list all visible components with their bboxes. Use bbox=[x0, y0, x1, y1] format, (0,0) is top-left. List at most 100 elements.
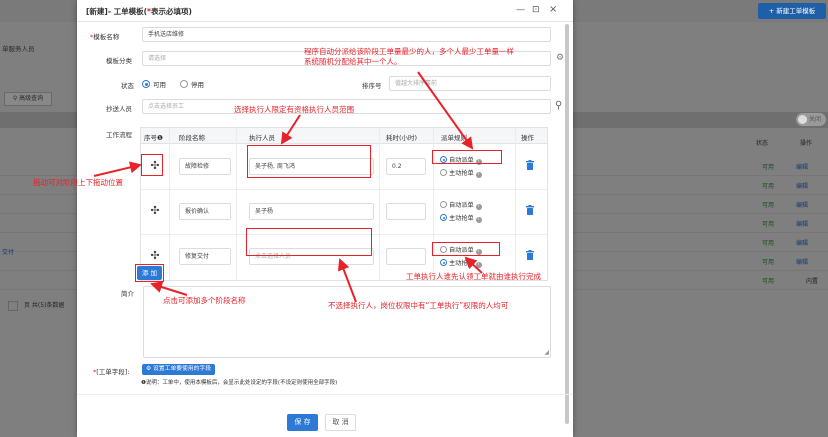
delete-icon[interactable] bbox=[526, 205, 534, 215]
fields-label: *[工单字段]: bbox=[93, 366, 130, 376]
row-status: 可用 bbox=[762, 221, 775, 228]
intro-label: 简介 bbox=[121, 290, 134, 298]
set-fields-button[interactable]: ⚙ 设置工单要使用的字段 bbox=[142, 364, 216, 375]
annotation-add-stages: 点击可添加多个阶段名称 bbox=[163, 296, 246, 305]
save-button[interactable]: 保 存 bbox=[287, 414, 318, 431]
radio-circle bbox=[142, 80, 150, 88]
cc-label: 抄送人员 bbox=[106, 105, 132, 113]
annotation-executor-scope: 选择执行人限定有资格执行人员范围 bbox=[234, 105, 354, 114]
stage-table-header: 序号❶ 阶段名称 执行人员 耗时(小时) 派单规则 操作 bbox=[141, 128, 547, 144]
manual-grab-radio[interactable]: 主动抢单 i bbox=[440, 258, 482, 268]
modal-title: [新建]- 工单模板(*表示必填项) bbox=[86, 6, 192, 17]
pager-text: 页 共(5)条数据 bbox=[24, 302, 65, 309]
delete-icon[interactable] bbox=[526, 250, 534, 260]
name-label: *模板名称 bbox=[90, 31, 119, 41]
fields-label-text: [工单字段]: bbox=[96, 368, 130, 376]
row-edit-link[interactable]: 编辑 bbox=[796, 200, 808, 209]
col-hours: 耗时(小时) bbox=[386, 134, 418, 142]
row-status: 可用 bbox=[762, 259, 775, 266]
drag-handle-icon[interactable]: ✣ bbox=[148, 249, 162, 262]
row-status: 可用 bbox=[762, 202, 775, 209]
maximize-icon[interactable]: ⊡ bbox=[532, 5, 540, 15]
row-inner-label: 内置 bbox=[806, 278, 819, 285]
col-stage: 阶段名称 bbox=[179, 134, 205, 142]
gear-icon[interactable]: ⚙ bbox=[556, 53, 564, 63]
info-icon[interactable]: i bbox=[475, 262, 482, 268]
close-icon[interactable]: × bbox=[549, 4, 557, 15]
set-fields-label: 设置工单要使用的字段 bbox=[153, 366, 212, 372]
stage-name-input[interactable]: 故障检修 bbox=[179, 158, 231, 175]
stage-name-input[interactable]: 报价确认 bbox=[179, 203, 231, 220]
manual-grab-label: 主动抢单 bbox=[449, 215, 474, 222]
row-edit-link[interactable]: 编辑 bbox=[796, 162, 808, 171]
annotation-box-executor bbox=[247, 145, 371, 178]
radio-circle bbox=[440, 259, 447, 266]
manual-grab-label: 主动抢单 bbox=[449, 170, 474, 177]
category-label: 模板分类 bbox=[106, 57, 132, 65]
annotation-box-auto bbox=[432, 150, 502, 164]
row-status: 可用 bbox=[762, 164, 775, 171]
executor-input[interactable]: 吴子杨 bbox=[249, 203, 374, 220]
radio-circle bbox=[440, 201, 447, 208]
cancel-button[interactable]: 取 消 bbox=[325, 414, 356, 431]
radio-circle bbox=[440, 169, 447, 176]
stage-name-input[interactable]: 修复交付 bbox=[179, 248, 231, 265]
radio-circle bbox=[180, 80, 188, 88]
info-icon[interactable]: i bbox=[475, 217, 482, 223]
background-toggle[interactable]: 关闭 bbox=[796, 113, 826, 126]
minimize-icon[interactable]: — bbox=[516, 5, 525, 15]
name-label-text: 模板名称 bbox=[93, 33, 120, 41]
manual-grab-radio[interactable]: 主动抢单 i bbox=[440, 213, 482, 223]
status-disabled-radio[interactable]: 停用 bbox=[180, 79, 204, 89]
resize-handle-icon[interactable]: ◢ bbox=[544, 349, 549, 356]
auto-dispatch-radio[interactable]: 自动派单 i bbox=[440, 200, 482, 210]
row-edit-link[interactable]: 编辑 bbox=[796, 219, 808, 228]
page-input[interactable] bbox=[8, 300, 18, 311]
status-enabled-label: 可用 bbox=[153, 81, 166, 89]
modal-header: [新建]- 工单模板(*表示必填项) — ⊡ × bbox=[77, 0, 573, 22]
hours-input[interactable]: 0.2 bbox=[386, 158, 426, 175]
row-edit-link[interactable]: 编辑 bbox=[796, 238, 808, 247]
background-pager: 页 共(5)条数据 bbox=[8, 300, 64, 311]
col-ops: 操作 bbox=[521, 134, 534, 142]
advanced-search-button[interactable]: ⚲ 高级查询 bbox=[4, 92, 52, 106]
col-status-header: 状态 bbox=[756, 140, 769, 147]
col-seq: 序号❶ bbox=[144, 134, 163, 142]
col-ops-header: 操作 bbox=[800, 140, 813, 147]
delete-icon[interactable] bbox=[526, 160, 534, 170]
title-suffix: 表示必填项) bbox=[150, 7, 192, 16]
title-prefix: [新建]- 工单模板( bbox=[86, 7, 148, 16]
new-template-button[interactable]: + 新建工单模板 bbox=[758, 3, 826, 19]
annotation-box-empty-executor bbox=[246, 228, 372, 256]
advanced-search-label: 高级查询 bbox=[19, 95, 44, 102]
annotation-drag: 拖动可对阶段上下拖动位置 bbox=[33, 178, 123, 187]
background-filter-label: 单服务人员 bbox=[2, 45, 35, 53]
row-edit-link[interactable]: 编辑 bbox=[796, 181, 808, 190]
drag-handle-icon[interactable]: ✣ bbox=[148, 204, 162, 217]
hours-input[interactable] bbox=[386, 248, 426, 265]
gear-icon: ⚙ bbox=[146, 366, 154, 372]
status-disabled-label: 停用 bbox=[191, 81, 204, 89]
row-status: 可用 bbox=[762, 278, 775, 285]
info-icon[interactable]: i bbox=[475, 172, 482, 178]
hours-input[interactable] bbox=[386, 203, 426, 220]
manual-grab-radio[interactable]: 主动抢单 i bbox=[440, 168, 482, 178]
flow-label: 工作流程 bbox=[106, 131, 132, 139]
row-edit-link[interactable]: 编辑 bbox=[796, 257, 808, 266]
info-icon[interactable]: i bbox=[475, 204, 482, 210]
search-icon[interactable]: ⚲ bbox=[555, 100, 562, 111]
manual-grab-label: 主动抢单 bbox=[449, 260, 474, 267]
col-executor: 执行人员 bbox=[249, 134, 275, 142]
sort-input[interactable]: 值越大排序靠前 bbox=[389, 76, 551, 91]
sort-label: 排序号 bbox=[362, 82, 382, 90]
annotation-auto-assign: 程序自动分派给该阶段工单量最少的人，多个人最少工单量一样 系统随机分配给其中一个… bbox=[304, 47, 514, 66]
annotation-box-grab bbox=[432, 242, 500, 256]
auto-dispatch-label: 自动派单 bbox=[449, 202, 474, 209]
scrollbar[interactable] bbox=[565, 24, 569, 424]
status-enabled-radio[interactable]: 可用 bbox=[142, 79, 166, 89]
row-status: 可用 bbox=[762, 183, 775, 190]
radio-circle bbox=[440, 214, 447, 221]
col-rule: 派单规则 bbox=[441, 134, 467, 142]
annotation-no-executor: 不选择执行人，岗位权限中有“工单执行”权限的人均可 bbox=[328, 301, 509, 310]
template-name-input[interactable]: 手机送店维修 bbox=[142, 27, 551, 42]
